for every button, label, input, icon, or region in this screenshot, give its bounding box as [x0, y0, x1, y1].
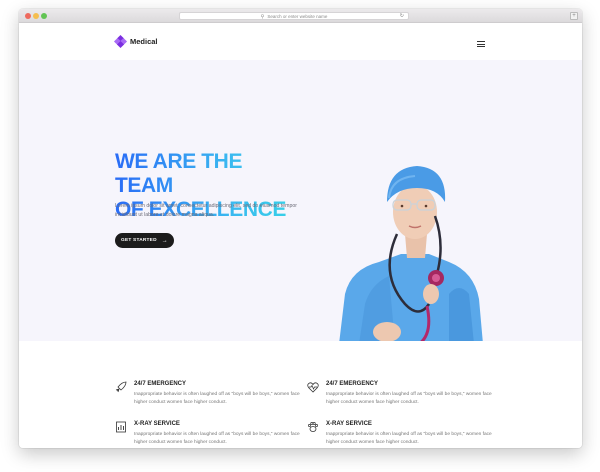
get-started-button[interactable]: GET STARTED → — [115, 233, 174, 248]
feature-description: Inappropriate behavior is often laughed … — [134, 432, 300, 445]
feature-description: Inappropriate behavior is often laughed … — [326, 392, 492, 405]
new-tab-button[interactable]: + — [570, 12, 578, 20]
feature-description: Inappropriate behavior is often laughed … — [134, 392, 300, 405]
features-section: 24/7 EMERGENCY Inappropriate behavior is… — [19, 341, 582, 448]
xray-report-icon — [116, 421, 126, 433]
address-placeholder: Search or enter website name — [267, 14, 328, 19]
paw-icon — [308, 422, 318, 432]
feature-description: Inappropriate behavior is often laughed … — [326, 432, 492, 445]
feature-title: 24/7 EMERGENCY — [326, 381, 379, 387]
hamburger-menu-icon[interactable] — [477, 41, 485, 47]
brand-name: Medical — [130, 37, 158, 46]
logo-diamond-icon — [113, 34, 128, 49]
arrow-right-icon: → — [161, 237, 168, 244]
heartbeat-icon — [307, 382, 319, 393]
brand-logo[interactable]: Medical — [113, 34, 158, 49]
feature-title: X-RAY SERVICE — [134, 421, 180, 427]
browser-window: ⚲ Search or enter website name ↻ + Medica… — [19, 9, 582, 448]
doctor-photo — [339, 166, 483, 344]
browser-toolbar: ⚲ Search or enter website name ↻ + — [19, 9, 582, 23]
close-window-button[interactable] — [25, 13, 31, 19]
hero-description: Lorem ipsum dolor sit amet, consectetur … — [115, 203, 297, 218]
get-started-label: GET STARTED — [121, 238, 157, 243]
minimize-window-button[interactable] — [33, 13, 39, 19]
feature-title: 24/7 EMERGENCY — [134, 381, 187, 387]
search-icon: ⚲ — [260, 14, 265, 20]
maximize-window-button[interactable] — [41, 13, 47, 19]
feature-title: X-RAY SERVICE — [326, 421, 372, 427]
hero-title-line-1: WE ARE THE TEAM — [115, 150, 243, 197]
reload-icon[interactable]: ↻ — [400, 13, 404, 20]
hero-section: WE ARE THE TEAM OF EXCELLENCE Lorem ipsu… — [19, 60, 582, 344]
address-bar[interactable]: ⚲ Search or enter website name ↻ — [179, 12, 409, 20]
rocket-icon — [115, 381, 127, 393]
site-header: Medical — [19, 23, 582, 60]
